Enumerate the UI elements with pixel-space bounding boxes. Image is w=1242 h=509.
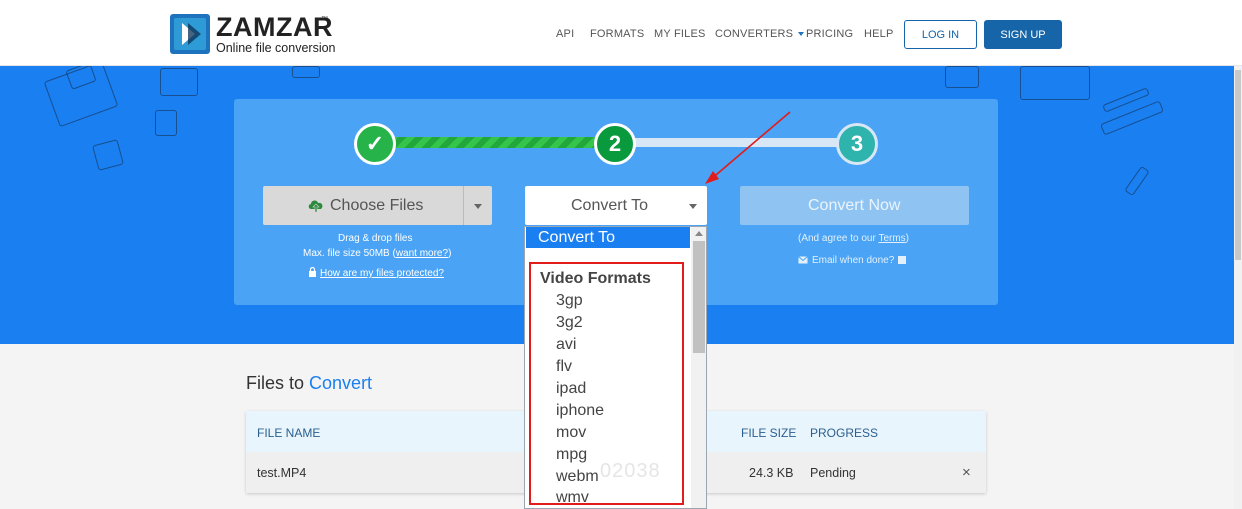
- page-scroll-thumb[interactable]: [1235, 70, 1241, 260]
- nav-formats[interactable]: FORMATS: [590, 28, 644, 40]
- signup-button[interactable]: SIGN UP: [984, 20, 1062, 49]
- step-progress-complete: [390, 137, 600, 148]
- nav-pricing[interactable]: PRICING: [806, 28, 853, 40]
- video-file-icon: [160, 68, 198, 96]
- convert-now-button[interactable]: Convert Now: [740, 186, 969, 225]
- wrench-icon: [1124, 165, 1150, 197]
- agree-suffix: ): [905, 233, 910, 244]
- step-3-indicator: 3: [836, 123, 878, 165]
- dropdown-scroll-thumb[interactable]: [693, 241, 705, 353]
- choose-files-label: Choose Files: [330, 197, 424, 214]
- email-when-done-option[interactable]: Email when done?: [798, 255, 907, 266]
- choose-files-divider: [463, 186, 464, 225]
- files-protected-label: How are my files protected?: [320, 268, 444, 279]
- progress-cell: Pending: [810, 466, 856, 480]
- photo-file-icon: [292, 66, 320, 78]
- dropdown-scrollbar[interactable]: [691, 227, 706, 508]
- convert-to-label: Convert To: [571, 197, 649, 214]
- annotation-arrow-icon: [705, 111, 791, 184]
- scroll-up-icon[interactable]: [695, 231, 703, 236]
- want-more-link[interactable]: want more?: [396, 248, 448, 259]
- nav-converters-label: CONVERTERS: [715, 28, 794, 40]
- archive-file-icon: [92, 139, 124, 171]
- files-section-title: Files to Convert: [246, 373, 372, 394]
- agree-prefix: (And agree to our: [798, 233, 879, 244]
- files-protected-link[interactable]: How are my files protected?: [308, 266, 444, 279]
- nav-help[interactable]: HELP: [864, 28, 894, 40]
- nav-my-files[interactable]: MY FILES: [654, 28, 706, 40]
- logo-name: ZAMZAR: [216, 12, 333, 42]
- login-button[interactable]: LOG IN: [904, 20, 977, 49]
- dropdown-option-selected[interactable]: Convert To: [526, 227, 690, 248]
- convert-now-label: Convert Now: [808, 197, 901, 214]
- page-scrollbar[interactable]: [1234, 66, 1242, 509]
- max-file-size-text: Max. file size 50MB (want more?): [303, 248, 451, 259]
- logo-trademark: ™: [321, 16, 328, 23]
- lock-icon: [309, 266, 316, 277]
- agree-terms-text: (And agree to our Terms): [798, 233, 909, 244]
- step-2-indicator: 2: [594, 123, 636, 165]
- column-file-size: FILE SIZE: [741, 426, 797, 440]
- envelope-icon: [798, 256, 808, 264]
- caret-down-icon: [798, 32, 805, 37]
- chevron-down-icon[interactable]: [474, 204, 482, 209]
- cloud-upload-icon: [308, 200, 323, 213]
- nav-api[interactable]: API: [556, 28, 574, 40]
- chevron-down-icon: [689, 204, 697, 209]
- site-header: ZAMZAR ™ Online file conversion API FORM…: [0, 0, 1242, 66]
- email-when-done-label: Email when done?: [812, 255, 895, 266]
- step-1-indicator: ✓: [354, 123, 396, 165]
- nav-converters[interactable]: CONVERTERS: [715, 28, 805, 40]
- documents-icon: [945, 66, 979, 88]
- files-title-accent: Convert: [309, 373, 373, 393]
- max-size-prefix: Max. file size 50MB (: [303, 248, 396, 259]
- drag-drop-text: Drag & drop files: [338, 233, 413, 244]
- laptop-icon: [1020, 66, 1090, 100]
- logo-mark-icon: [170, 14, 210, 54]
- email-checkbox[interactable]: [898, 256, 907, 265]
- file-name-cell: test.MP4: [257, 466, 307, 480]
- watermark-text: 02038: [600, 460, 661, 482]
- zamzar-logo[interactable]: ZAMZAR ™ Online file conversion: [170, 12, 370, 56]
- logo-tagline: Online file conversion: [216, 41, 336, 55]
- convert-to-select[interactable]: Convert To: [525, 186, 707, 225]
- files-title-prefix: Files to: [246, 373, 310, 393]
- max-size-suffix: ): [448, 248, 452, 259]
- remove-file-icon[interactable]: ×: [962, 464, 971, 481]
- column-file-name: FILE NAME: [257, 426, 321, 440]
- column-progress: PROGRESS: [810, 426, 879, 440]
- terms-link[interactable]: Terms: [878, 233, 905, 244]
- music-file-icon: [155, 110, 177, 136]
- choose-files-button[interactable]: Choose Files: [263, 186, 492, 225]
- file-size-cell: 24.3 KB: [749, 466, 794, 480]
